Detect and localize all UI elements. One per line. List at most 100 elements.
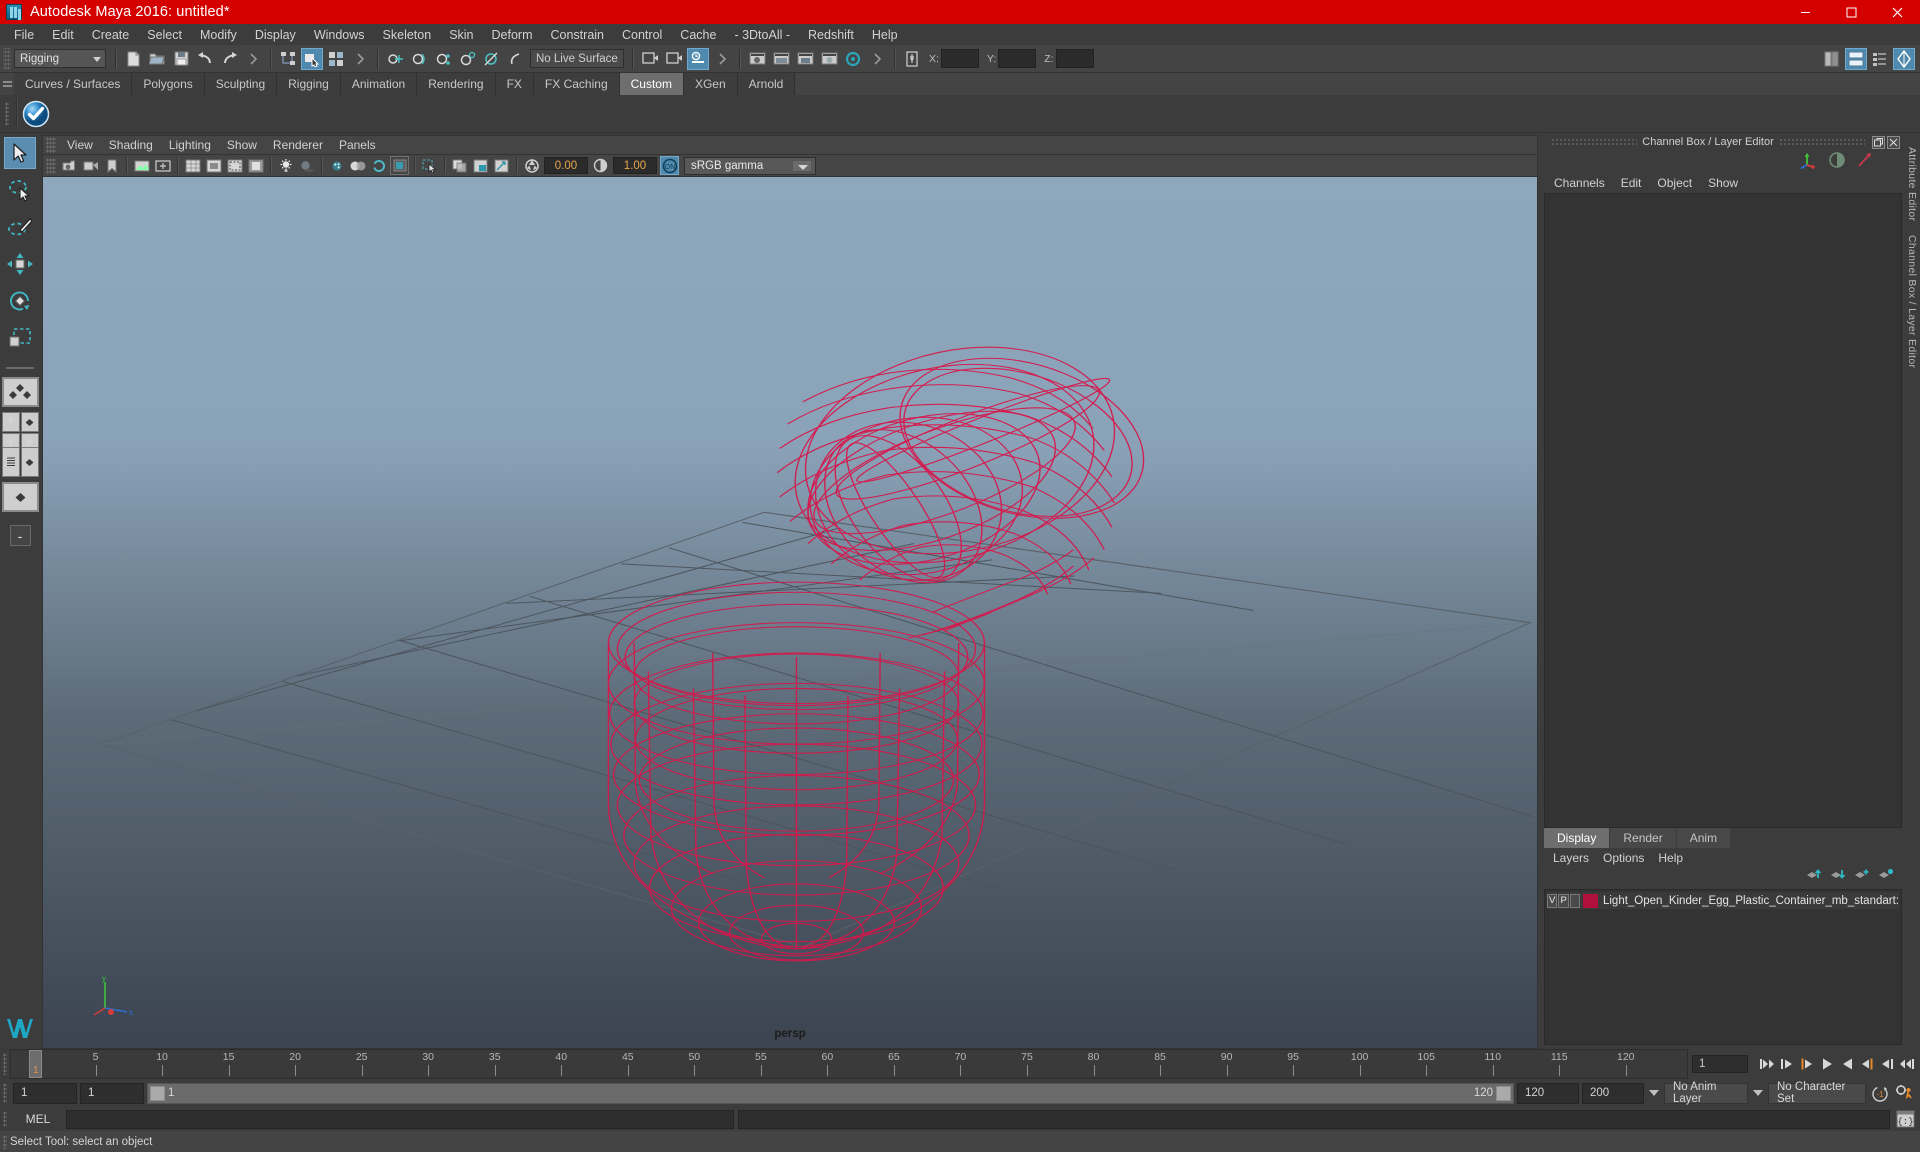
menu-item-deform[interactable]: Deform <box>483 26 542 44</box>
auto-keyframe-toggle-icon[interactable]: -1 <box>1869 1082 1891 1104</box>
redo-icon[interactable] <box>218 48 240 70</box>
panel-close-icon[interactable] <box>1887 135 1900 149</box>
minimize-icon[interactable] <box>1782 0 1828 24</box>
show-hide-attribute-editor-icon[interactable] <box>1845 48 1867 70</box>
current-frame-field[interactable]: 1 <box>1692 1055 1748 1073</box>
layer-displaytype-toggle[interactable] <box>1569 893 1581 908</box>
shelf-row-grip[interactable] <box>0 95 14 133</box>
panel-drag-handle-left[interactable] <box>1551 137 1638 147</box>
step-forward-frame-icon[interactable] <box>1858 1054 1876 1074</box>
help-line-grip[interactable] <box>0 1133 10 1151</box>
shelf-tab-rigging[interactable]: Rigging <box>277 73 341 95</box>
time-slider-cursor[interactable]: 1 <box>29 1050 42 1078</box>
gamma-value-field[interactable]: 1.00 <box>613 157 657 174</box>
menu-item-create[interactable]: Create <box>83 26 139 44</box>
menu-item-display[interactable]: Display <box>246 26 305 44</box>
play-forwards-icon[interactable] <box>1838 1054 1856 1074</box>
step-forward-key-icon[interactable] <box>1878 1054 1896 1074</box>
character-set-dropdown-icon[interactable] <box>1751 1083 1765 1104</box>
layout-quad-icon[interactable]: + <box>1 412 20 432</box>
open-scene-icon[interactable] <box>146 48 168 70</box>
viewport-menu-show[interactable]: Show <box>219 137 265 153</box>
playblast-icon[interactable] <box>746 48 768 70</box>
go-to-start-icon[interactable] <box>1758 1054 1776 1074</box>
add-layer-from-selection-icon[interactable] <box>1878 868 1894 886</box>
select-by-hierarchy-icon[interactable] <box>277 48 299 70</box>
command-language-label[interactable]: MEL <box>14 1109 62 1129</box>
viewport-toolbar-grip[interactable] <box>46 157 56 174</box>
snap-to-view-plane-icon[interactable] <box>480 48 502 70</box>
menu-item-select[interactable]: Select <box>138 26 191 44</box>
exposure-light-icon[interactable] <box>276 156 295 175</box>
scale-tool-icon[interactable] <box>4 322 36 354</box>
command-input-field[interactable] <box>66 1109 734 1129</box>
move-layer-down-icon[interactable] <box>1830 868 1846 886</box>
coord-z-field[interactable] <box>1055 49 1094 68</box>
tab-channel-box-layer-editor[interactable]: Channel Box / Layer Editor <box>1906 235 1918 368</box>
viewport-menu-grip[interactable] <box>46 137 56 153</box>
menu-item-edit[interactable]: Edit <box>43 26 83 44</box>
menu-item-windows[interactable]: Windows <box>305 26 374 44</box>
menu-item-skin[interactable]: Skin <box>440 26 482 44</box>
menu-item-skeleton[interactable]: Skeleton <box>374 26 441 44</box>
layer-row[interactable]: V P Light_Open_Kinder_Egg_Plastic_Contai… <box>1547 892 1899 909</box>
layer-menu-layers[interactable]: Layers <box>1546 850 1596 866</box>
depth-of-field-icon[interactable] <box>390 156 409 175</box>
two-dimensional-pan-zoom-icon[interactable] <box>153 156 172 175</box>
layer-tab-anim[interactable]: Anim <box>1676 828 1731 848</box>
film-gate-icon[interactable] <box>204 156 223 175</box>
viewport-menu-lighting[interactable]: Lighting <box>161 137 219 153</box>
add-new-layer-icon[interactable] <box>1854 868 1870 886</box>
menu-item-3dtoall[interactable]: - 3DtoAll - <box>725 26 799 44</box>
red-arrow-icon[interactable] <box>1856 151 1874 174</box>
image-plane-icon[interactable] <box>132 156 151 175</box>
xray-joints-icon[interactable] <box>471 156 490 175</box>
shading-sphere-icon[interactable] <box>1828 151 1846 174</box>
channelbox-menu-edit[interactable]: Edit <box>1613 175 1650 191</box>
grid-toggle-icon[interactable] <box>183 156 202 175</box>
snap-to-projected-center-icon[interactable] <box>456 48 478 70</box>
range-right-group[interactable]: 120 <box>1474 1085 1511 1101</box>
bookmark-icon[interactable] <box>102 156 121 175</box>
persp-viewport[interactable]: y x persp <box>42 177 1538 1049</box>
shelf-tab-animation[interactable]: Animation <box>340 73 418 95</box>
animation-end-time-field[interactable]: 200 <box>1582 1082 1644 1104</box>
shelf-tab-polygons[interactable]: Polygons <box>132 73 205 95</box>
transform-axis-icon[interactable] <box>1798 151 1818 174</box>
layer-menu-help[interactable]: Help <box>1651 850 1690 866</box>
snap-to-curve-icon[interactable] <box>408 48 430 70</box>
save-scene-icon[interactable] <box>170 48 192 70</box>
outliner-icon[interactable] <box>1 447 20 477</box>
lasso-select-tool-icon[interactable] <box>4 174 36 206</box>
color-management-toggle-icon[interactable]: ON <box>660 156 679 175</box>
close-icon[interactable] <box>1874 0 1920 24</box>
menu-item-control[interactable]: Control <box>613 26 671 44</box>
range-slider-grip[interactable] <box>0 1081 10 1105</box>
gamma-contrast-icon[interactable] <box>591 156 610 175</box>
anti-aliasing-icon[interactable] <box>369 156 388 175</box>
resolution-gate-icon[interactable] <box>225 156 244 175</box>
layout-collapse-button[interactable]: - <box>9 525 31 546</box>
snap-to-grid-icon[interactable] <box>384 48 406 70</box>
layout-single-perspective-icon[interactable] <box>1 377 39 407</box>
play-backwards-icon[interactable] <box>1818 1054 1836 1074</box>
viewport-menu-view[interactable]: View <box>59 137 101 153</box>
tab-attribute-editor[interactable]: Attribute Editor <box>1906 147 1918 221</box>
channelbox-menu-object[interactable]: Object <box>1649 175 1700 191</box>
xray-active-components-icon[interactable] <box>492 156 511 175</box>
statusbar-grip[interactable] <box>3 47 11 70</box>
script-editor-icon[interactable]: {:} <box>1894 1109 1916 1130</box>
layout-hypergraph-persp-icon[interactable] <box>1 482 39 512</box>
rotate-tool-icon[interactable] <box>4 285 36 317</box>
show-hide-tool-settings-icon[interactable] <box>1869 48 1891 70</box>
render-globals-icon[interactable] <box>842 48 864 70</box>
viewport-menu-shading[interactable]: Shading <box>101 137 161 153</box>
shelf-tab-sculpting[interactable]: Sculpting <box>204 73 278 95</box>
anim-layer-dropdown-icon[interactable] <box>1647 1083 1661 1104</box>
range-start-time-field[interactable]: 1 <box>80 1082 144 1104</box>
show-hide-modeling-toolkit-icon[interactable] <box>1821 48 1843 70</box>
menu-item-help[interactable]: Help <box>863 26 907 44</box>
select-camera-icon[interactable] <box>60 156 79 175</box>
ambient-occlusion-icon[interactable] <box>327 156 346 175</box>
isolate-select-icon[interactable] <box>420 156 439 175</box>
